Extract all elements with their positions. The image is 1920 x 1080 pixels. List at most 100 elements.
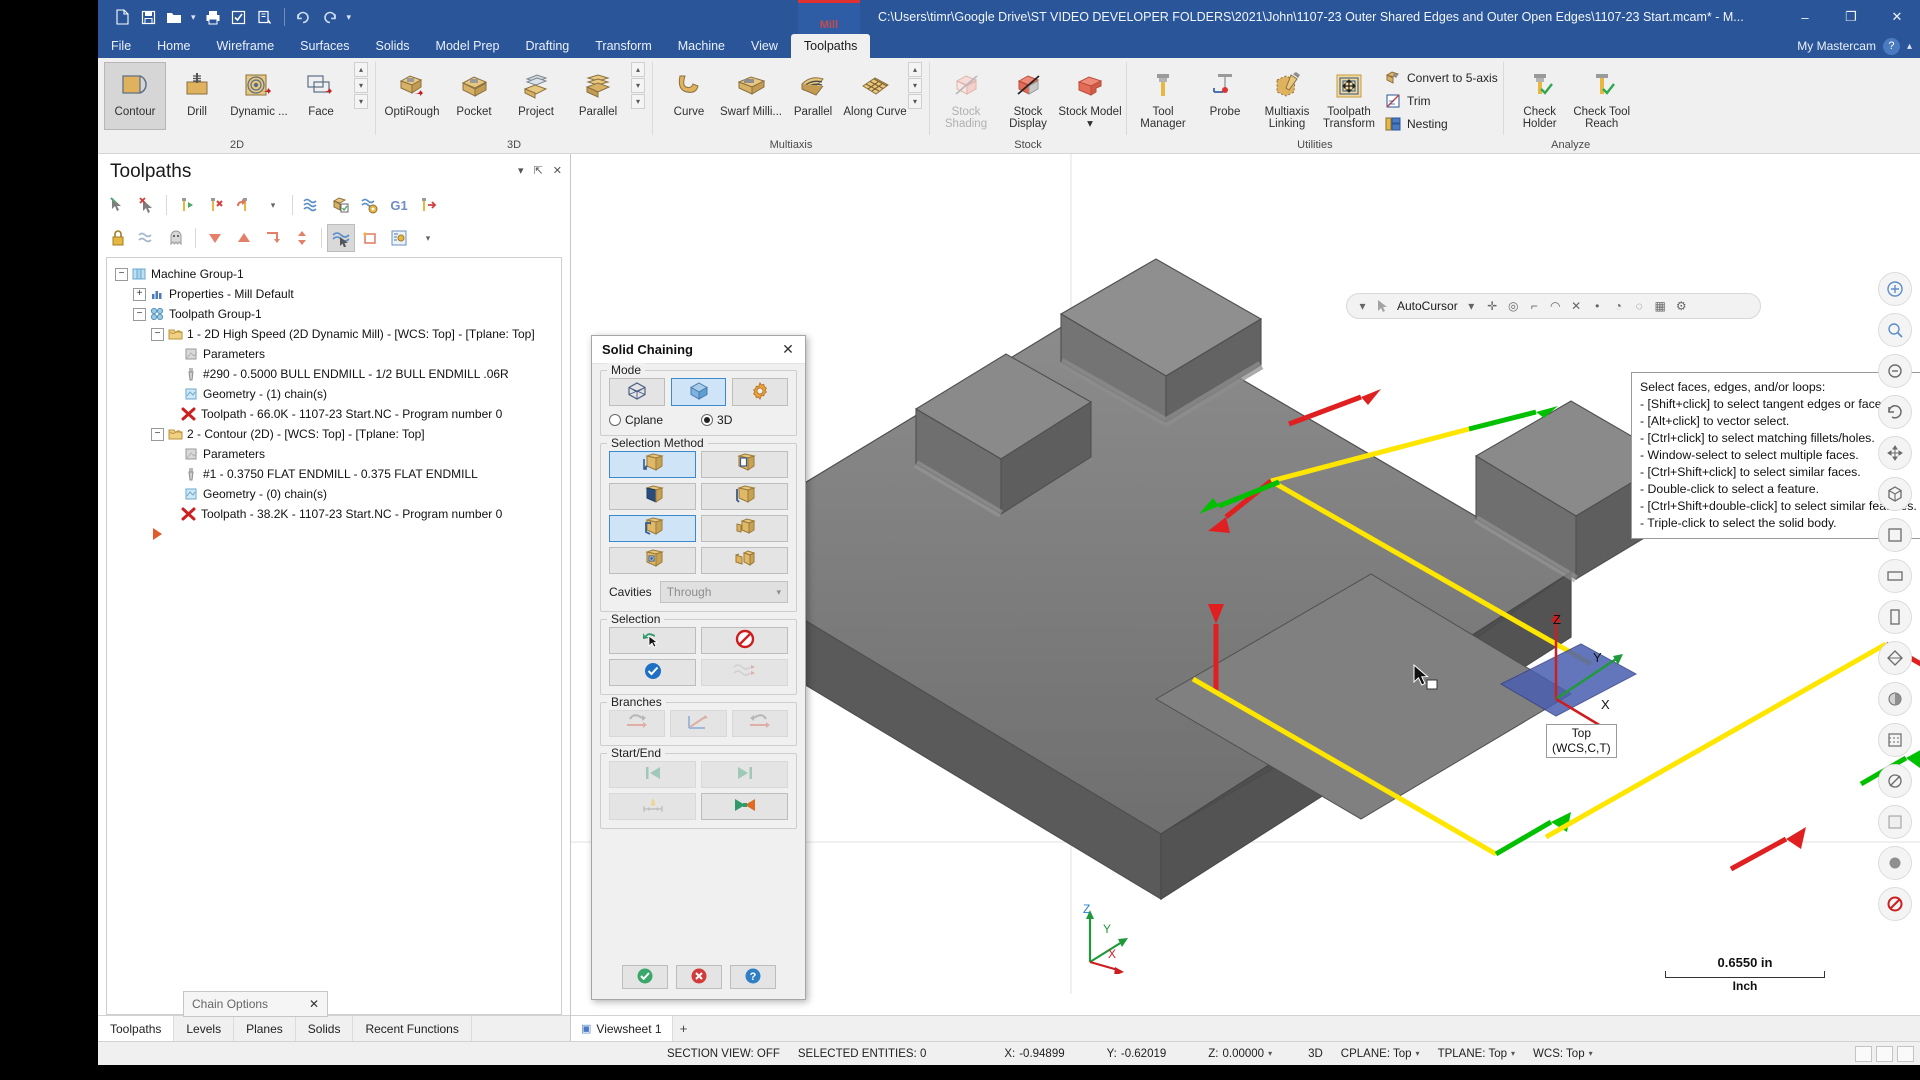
top-view-icon[interactable] bbox=[1878, 518, 1912, 552]
toolpath-options-icon[interactable] bbox=[385, 224, 413, 252]
select-faces-button[interactable] bbox=[609, 483, 696, 510]
move-insert-icon[interactable] bbox=[259, 224, 287, 252]
section-view-icon[interactable] bbox=[1878, 764, 1912, 798]
chaining-settings-button[interactable] bbox=[732, 378, 789, 406]
chain-options-tab[interactable]: Chain Options ✕ bbox=[183, 991, 328, 1017]
help-icon[interactable]: ? bbox=[1882, 37, 1900, 55]
status-indicator-3[interactable] bbox=[1897, 1045, 1914, 1062]
dynamic-rotate-icon[interactable] bbox=[1878, 395, 1912, 429]
customize-qat-icon[interactable]: ▾ bbox=[344, 12, 355, 23]
gallery-expand[interactable]: ▾ bbox=[354, 94, 368, 109]
menu-surfaces[interactable]: Surfaces bbox=[287, 34, 362, 58]
ribbon-button-dynamic-mill[interactable]: Dynamic ... bbox=[228, 62, 290, 130]
zoom-window-icon[interactable] bbox=[1878, 313, 1912, 347]
tree-insert-marker[interactable] bbox=[111, 524, 557, 544]
ribbon-button-parallel-3d[interactable]: Parallel bbox=[567, 62, 629, 130]
ribbon-button-along-curve[interactable]: Along Curve bbox=[843, 62, 907, 130]
tree-row-tool[interactable]: #1 - 0.3750 FLAT ENDMILL - 0.375 FLAT EN… bbox=[111, 464, 557, 484]
cplane-radio[interactable]: Cplane bbox=[609, 413, 663, 427]
unzoom-icon[interactable] bbox=[1878, 354, 1912, 388]
zoom-window-icon[interactable] bbox=[253, 5, 277, 29]
menu-toolpaths[interactable]: Toolpaths bbox=[790, 34, 871, 58]
ribbon-button-toolpath-transform[interactable]: Toolpath Transform bbox=[1318, 62, 1380, 131]
tab-planes[interactable]: Planes bbox=[234, 1016, 296, 1041]
tree-row-operation-2[interactable]: − 2 - Contour (2D) - [WCS: Top] - [Tplan… bbox=[111, 424, 557, 444]
deselect-all-toolpaths-icon[interactable] bbox=[133, 191, 161, 219]
3d-radio[interactable]: 3D bbox=[701, 413, 732, 427]
mill-product-tab[interactable]: Mill bbox=[798, 0, 860, 34]
ribbon-button-check-holder[interactable]: Check Holder bbox=[1509, 62, 1571, 131]
ribbon-button-pocket[interactable]: Pocket bbox=[443, 62, 505, 130]
toggle-posting-icon[interactable] bbox=[133, 224, 161, 252]
panel-dropdown-icon[interactable]: ▾ bbox=[518, 164, 524, 177]
geometry-view-icon[interactable] bbox=[356, 224, 384, 252]
menu-solids[interactable]: Solids bbox=[363, 34, 423, 58]
isometric-view-icon[interactable] bbox=[1878, 477, 1912, 511]
tree-expander[interactable]: − bbox=[151, 327, 164, 341]
select-loops-button[interactable] bbox=[701, 451, 788, 478]
lock-toolpath-icon[interactable] bbox=[104, 224, 132, 252]
ribbon-button-convert-5axis[interactable]: Convert to 5-axis bbox=[1384, 68, 1498, 88]
gallery-scroll-up[interactable]: ▴ bbox=[908, 62, 922, 77]
tree-expander[interactable]: − bbox=[115, 267, 128, 281]
g1-post-icon[interactable]: G1 bbox=[385, 191, 413, 219]
chain-options-close-icon[interactable]: ✕ bbox=[309, 997, 319, 1011]
tree-expander[interactable]: − bbox=[133, 307, 146, 321]
select-outer-shared-edges-button[interactable] bbox=[609, 515, 696, 542]
tree-row-toolpath-result[interactable]: Toolpath - 38.2K - 1107-23 Start.NC - Pr… bbox=[111, 504, 557, 524]
regenerate-selected-icon[interactable] bbox=[172, 191, 200, 219]
gallery-scroll-up[interactable]: ▴ bbox=[354, 62, 368, 77]
select-partial-loop-button[interactable] bbox=[701, 515, 788, 542]
move-down-icon[interactable] bbox=[201, 224, 229, 252]
ribbon-button-swarf-milling[interactable]: Swarf Milli... bbox=[720, 62, 782, 130]
ribbon-button-stock-display[interactable]: Stock Display bbox=[997, 62, 1059, 131]
help-button[interactable]: ? bbox=[729, 965, 776, 989]
ribbon-collapse-icon[interactable]: ▴ bbox=[1907, 41, 1912, 52]
shaded-view-icon[interactable] bbox=[1878, 682, 1912, 716]
origin-icon[interactable]: ✛ bbox=[1485, 299, 1500, 314]
panel-pin-icon[interactable]: ⇱ bbox=[534, 164, 543, 177]
no-entry-icon[interactable] bbox=[1878, 887, 1912, 921]
wireframe-chaining-mode-button[interactable] bbox=[609, 378, 665, 406]
clear-selection-button[interactable] bbox=[701, 627, 788, 654]
endpoint-icon[interactable]: ⌐ bbox=[1527, 299, 1542, 314]
ribbon-button-stock-shading[interactable]: Stock Shading bbox=[935, 62, 997, 131]
my-mastercam-link[interactable]: My Mastercam bbox=[1797, 39, 1876, 53]
fit-view-icon[interactable] bbox=[1878, 272, 1912, 306]
ribbon-button-optirough[interactable]: OptiRough bbox=[381, 62, 443, 130]
hidden-lines-icon[interactable] bbox=[1878, 723, 1912, 757]
redo-icon[interactable] bbox=[318, 5, 342, 29]
dialog-close-button[interactable]: ✕ bbox=[777, 339, 799, 361]
menu-drafting[interactable]: Drafting bbox=[512, 34, 582, 58]
menu-view[interactable]: View bbox=[738, 34, 791, 58]
print-preview-icon[interactable] bbox=[227, 5, 251, 29]
tree-row-parameters[interactable]: Parameters bbox=[111, 344, 557, 364]
menu-wireframe[interactable]: Wireframe bbox=[204, 34, 288, 58]
toggle-display-icon[interactable] bbox=[162, 224, 190, 252]
gallery-expand[interactable]: ▾ bbox=[631, 94, 645, 109]
ribbon-gallery-scroller-2d[interactable]: ▴ ▾ ▾ bbox=[352, 62, 370, 109]
previous-branch-button[interactable] bbox=[609, 710, 666, 737]
status-cplane-caret-icon[interactable]: ▾ bbox=[1416, 1049, 1420, 1058]
arc-center-icon[interactable]: ◎ bbox=[1506, 299, 1521, 314]
ribbon-button-stock-model[interactable]: Stock Model ▾ bbox=[1058, 62, 1122, 131]
autocursor-dropdown-icon[interactable]: ▾ bbox=[1464, 299, 1479, 314]
ribbon-button-face[interactable]: Face bbox=[290, 62, 352, 130]
open-file-icon[interactable] bbox=[162, 5, 186, 29]
new-file-icon[interactable] bbox=[110, 5, 134, 29]
select-open-edges-button[interactable] bbox=[701, 483, 788, 510]
simulate-icon[interactable] bbox=[356, 191, 384, 219]
add-viewsheet-button[interactable]: + bbox=[673, 1016, 695, 1041]
status-wcs-caret-icon[interactable]: ▾ bbox=[1589, 1049, 1593, 1058]
status-wcs[interactable]: WCS: Top ▾ bbox=[1524, 1048, 1602, 1060]
ribbon-button-curve[interactable]: Curve bbox=[658, 62, 720, 130]
point-icon[interactable]: • bbox=[1590, 299, 1605, 314]
tree-row-toolpath-group[interactable]: − Toolpath Group-1 bbox=[111, 304, 557, 324]
tree-expander[interactable]: − bbox=[151, 427, 164, 441]
regenerate-dirty-icon[interactable] bbox=[230, 191, 258, 219]
ribbon-button-multiaxis-linking[interactable]: Multiaxis Linking bbox=[1256, 62, 1318, 131]
status-z-caret-icon[interactable]: ▾ bbox=[1268, 1049, 1272, 1058]
tab-levels[interactable]: Levels bbox=[174, 1016, 235, 1041]
ribbon-gallery-scroller-3d[interactable]: ▴ ▾ ▾ bbox=[629, 62, 647, 109]
cavities-select[interactable]: Through ▾ bbox=[659, 581, 788, 603]
